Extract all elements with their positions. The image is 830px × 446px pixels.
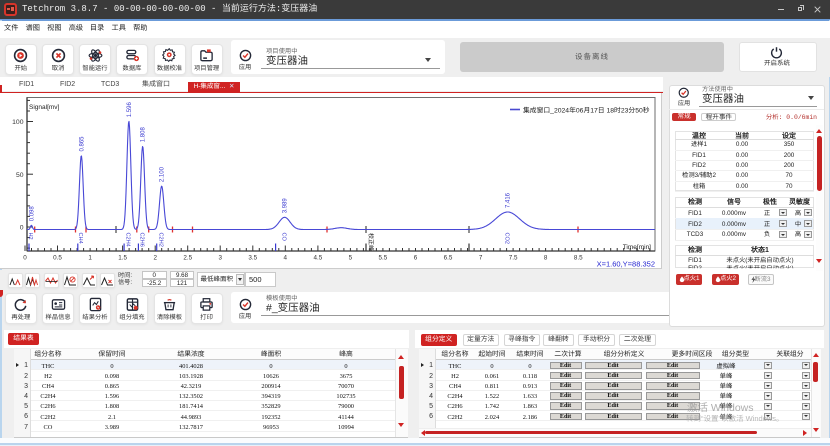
- svg-text:0.5: 0.5: [53, 255, 62, 262]
- svg-text:X=1.60,Y=88.352: X=1.60,Y=88.352: [597, 260, 655, 269]
- svg-text:1.808: 1.808: [141, 127, 147, 143]
- svg-text:0: 0: [23, 255, 27, 262]
- svg-text:CH4: CH4: [77, 233, 83, 244]
- svg-text:集成窗口_2024年06月17日 18时23分50秒: 集成窗口_2024年06月17日 18时23分50秒: [523, 107, 650, 115]
- svg-text:6: 6: [414, 255, 418, 262]
- svg-text:0: 0: [20, 225, 24, 232]
- svg-text:Signal[mv]: Signal[mv]: [29, 104, 60, 111]
- svg-text:3.5: 3.5: [248, 255, 257, 262]
- svg-text:2.5: 2.5: [183, 255, 192, 262]
- svg-text:7: 7: [479, 255, 483, 262]
- svg-text:50: 50: [16, 172, 24, 179]
- svg-text:2.100: 2.100: [160, 166, 166, 182]
- svg-text:1: 1: [88, 255, 92, 262]
- svg-text:8.5: 8.5: [574, 255, 583, 262]
- svg-text:1.596: 1.596: [127, 102, 133, 118]
- svg-text:C2H4: C2H4: [125, 233, 131, 247]
- svg-text:5.5: 5.5: [379, 255, 388, 262]
- svg-text:4.5: 4.5: [314, 255, 323, 262]
- svg-text:7.5: 7.5: [509, 255, 518, 262]
- svg-text:C2H2: C2H2: [158, 233, 164, 247]
- svg-text:3.989: 3.989: [283, 198, 289, 214]
- svg-text:4: 4: [284, 255, 288, 262]
- svg-text:H2: H2: [27, 233, 33, 240]
- svg-text:1.5: 1.5: [118, 255, 127, 262]
- svg-text:CO: CO: [280, 233, 286, 242]
- svg-text:2: 2: [153, 255, 157, 262]
- svg-text:Time[min]: Time[min]: [623, 244, 651, 251]
- svg-text:3: 3: [218, 255, 222, 262]
- svg-text:5: 5: [349, 255, 353, 262]
- svg-text:0.865: 0.865: [79, 136, 85, 152]
- svg-text:100: 100: [12, 119, 24, 126]
- svg-text:6.5: 6.5: [444, 255, 453, 262]
- svg-text:CO2: CO2: [503, 233, 509, 245]
- svg-text:8: 8: [544, 255, 548, 262]
- svg-text:7.416: 7.416: [506, 192, 512, 208]
- svg-text:校正峰: 校正峰: [367, 233, 375, 251]
- svg-text:0.098: 0.098: [29, 206, 35, 222]
- svg-text:C2H6: C2H6: [139, 233, 145, 247]
